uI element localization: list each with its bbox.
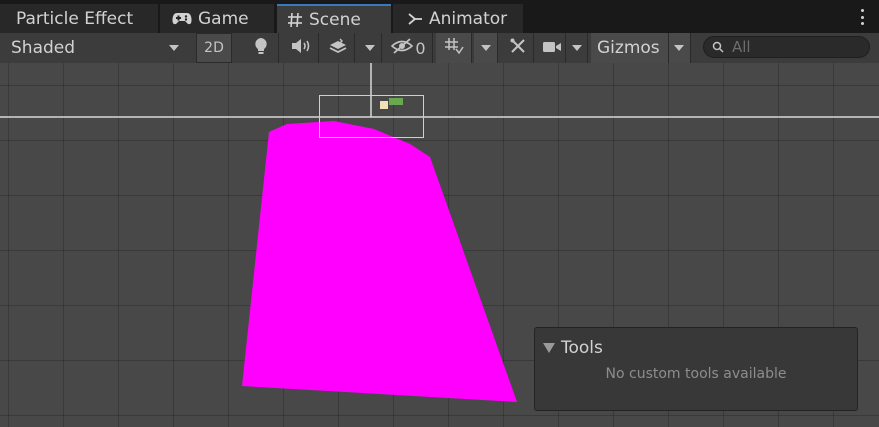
lightbulb-icon — [254, 37, 268, 59]
tab-label: Animator — [429, 8, 508, 29]
speaker-icon — [290, 38, 312, 58]
grid-hash-icon — [287, 12, 303, 28]
camera-settings-button[interactable] — [538, 33, 566, 63]
chevron-down-icon — [480, 45, 491, 51]
hidden-objects-count: 0 — [415, 38, 426, 58]
animator-icon — [407, 11, 423, 27]
chevron-down-icon — [364, 45, 375, 51]
tab-scene[interactable]: Scene — [277, 4, 391, 33]
effects-dropdown[interactable] — [358, 33, 382, 63]
search-icon — [712, 38, 724, 57]
audio-toggle-button[interactable] — [283, 33, 319, 63]
more-options-icon[interactable] — [859, 9, 865, 25]
grid-dropdown[interactable] — [474, 33, 498, 63]
tab-particle-effect[interactable]: Particle Effect — [0, 4, 158, 33]
wrench-icon — [509, 37, 527, 59]
chevron-down-icon — [673, 45, 684, 51]
tab-animator[interactable]: Animator — [393, 4, 523, 33]
lighting-toggle-button[interactable] — [243, 33, 279, 63]
tab-game[interactable]: Game — [160, 4, 274, 33]
scene-visibility-button[interactable]: 0 — [385, 33, 433, 63]
toggle-2d-button[interactable]: 2D — [196, 33, 232, 63]
grid-toggle-button[interactable] — [436, 33, 472, 63]
chevron-down-icon — [571, 45, 582, 51]
tab-label: Scene — [309, 9, 361, 30]
gizmo-marker[interactable] — [389, 98, 403, 105]
toggle-2d-label: 2D — [204, 40, 224, 56]
camera-icon — [542, 39, 562, 58]
tools-overlay-header[interactable]: Tools — [543, 338, 603, 358]
scene-search-box[interactable] — [703, 36, 870, 58]
collapse-triangle-icon[interactable] — [543, 343, 555, 353]
tools-empty-message: No custom tools available — [605, 366, 787, 382]
camera-dropdown[interactable] — [566, 33, 588, 63]
grid-snap-icon — [444, 37, 464, 59]
magenta-mesh[interactable] — [242, 121, 517, 402]
effects-toggle-button[interactable] — [321, 33, 355, 63]
gizmos-label: Gizmos — [597, 38, 660, 58]
chevron-down-icon — [169, 45, 179, 51]
search-input[interactable] — [730, 37, 864, 57]
shading-mode-dropdown[interactable]: Shaded — [3, 33, 187, 63]
eye-hidden-icon — [391, 38, 414, 58]
tab-label: Particle Effect — [16, 8, 134, 29]
tools-overlay-panel: Tools No custom tools available — [534, 327, 858, 411]
layers-icon — [328, 38, 348, 58]
tab-label: Game — [198, 8, 249, 29]
tools-toggle-button[interactable] — [502, 33, 534, 63]
tab-bar: Particle Effect Game Scene Animator — [0, 0, 879, 33]
gizmo-marker[interactable] — [380, 101, 388, 109]
shading-mode-label: Shaded — [11, 38, 76, 58]
gizmos-dropdown[interactable]: Gizmos — [591, 33, 691, 63]
tools-overlay-title: Tools — [561, 338, 603, 358]
gamepad-icon — [172, 12, 192, 26]
